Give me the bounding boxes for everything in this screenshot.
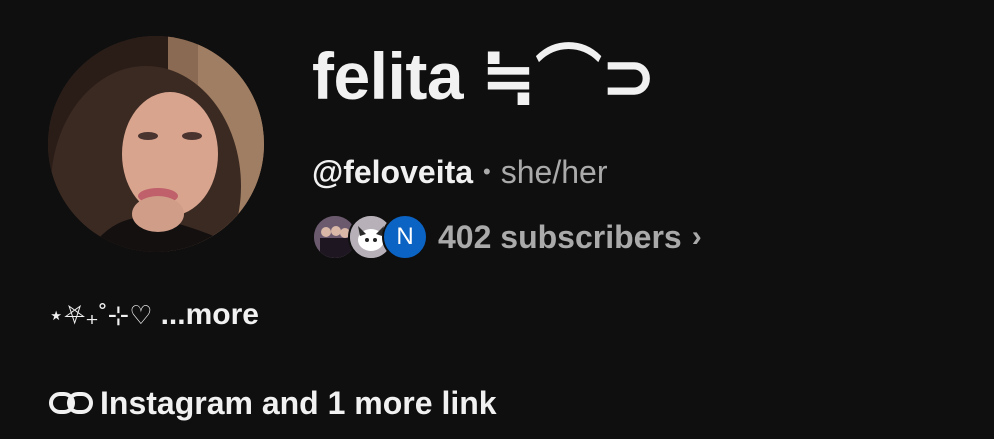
links-button[interactable]: Instagram and 1 more link <box>48 381 497 425</box>
channel-avatar[interactable] <box>48 36 264 252</box>
channel-handle: @feloveita <box>312 154 474 190</box>
subscribers-button[interactable]: N 402 subscribers › <box>312 212 702 262</box>
handle-row: @feloveita • she/her <box>312 150 607 194</box>
links-label: Instagram and 1 more link <box>100 385 497 421</box>
pronouns: she/her <box>500 154 608 190</box>
subscriber-avatar-3: N <box>382 214 428 260</box>
more-button[interactable]: ...more <box>161 298 259 331</box>
avatar-photo <box>48 36 264 252</box>
subscriber-avatars: N <box>312 212 428 262</box>
description[interactable]: ⋆⛧₊˚⊹♡ ...more <box>48 294 259 336</box>
description-text: ⋆⛧₊˚⊹♡ <box>48 300 153 330</box>
link-icon <box>49 392 93 414</box>
channel-name: felita ≒⌒⊃ <box>312 39 656 113</box>
subscriber-count: 402 subscribers <box>438 218 682 255</box>
separator-dot: • <box>483 159 491 184</box>
chevron-right-icon: › <box>691 220 702 253</box>
